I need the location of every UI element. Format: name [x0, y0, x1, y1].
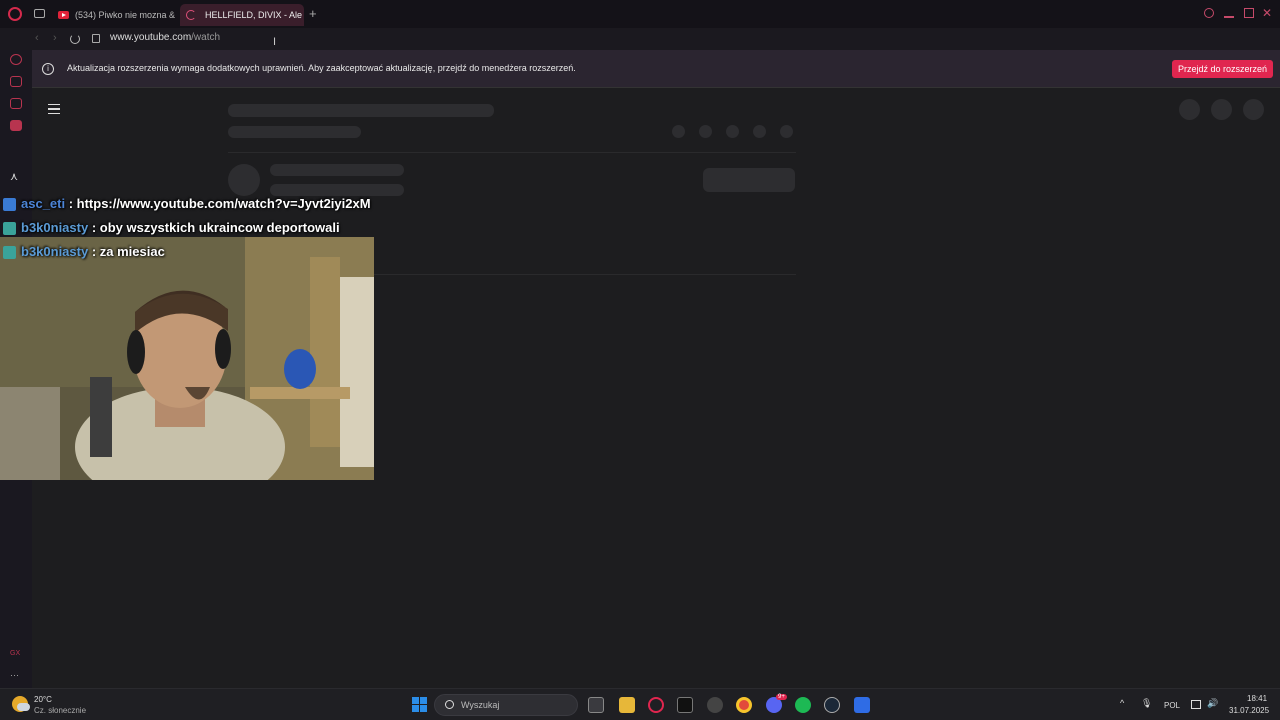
youtube-favicon-icon — [58, 11, 69, 19]
url-domain: www.youtube.com — [110, 32, 192, 43]
task-view-icon[interactable] — [588, 697, 604, 713]
chrome-icon[interactable] — [736, 697, 752, 713]
chat-text: za miesiac — [99, 244, 165, 259]
stop-reload-button[interactable] — [70, 34, 80, 44]
chat-separator: : — [88, 220, 100, 235]
workspace-icon[interactable] — [10, 76, 22, 87]
info-icon: i — [42, 63, 54, 75]
tab-hellfield[interactable]: HELLFIELD, DIVIX - Ale A — [180, 4, 304, 26]
chat-message: asc_eti : https://www.youtube.com/watch?… — [0, 193, 374, 217]
steam-icon[interactable] — [824, 697, 840, 713]
address-bar: ‹ › www.youtube.com/watch ♡ — [0, 28, 1280, 70]
minimize-button[interactable] — [1224, 16, 1234, 18]
skeleton-title — [228, 104, 494, 117]
skeleton-channel — [270, 164, 404, 176]
webcam-scene — [0, 237, 374, 480]
terminal-icon[interactable] — [677, 697, 693, 713]
skeleton-action — [1211, 99, 1232, 120]
tab-list-icon[interactable] — [34, 9, 45, 18]
chat-message: b3k0niasty : za miesiac — [0, 241, 374, 265]
tab-title: (534) Piwko nie mozna & — [75, 10, 176, 20]
weather-icon[interactable] — [12, 696, 30, 712]
extension-notice-bar: i Aktualizacja rozszerzenia wymaga dodat… — [32, 50, 1280, 88]
skeleton-avatar — [228, 164, 260, 196]
file-explorer-icon[interactable] — [619, 697, 635, 713]
skeleton-subscribe — [703, 168, 795, 192]
app-icon[interactable] — [854, 697, 870, 713]
stream-chat-overlay: asc_eti : https://www.youtube.com/watch?… — [0, 193, 374, 265]
skeleton-dot — [753, 125, 766, 138]
more-icon[interactable]: ··· — [10, 670, 22, 681]
lock-icon[interactable] — [92, 34, 100, 43]
history-icon[interactable] — [10, 54, 22, 65]
user-badge-icon — [3, 198, 16, 211]
gx-icon[interactable]: GX — [10, 650, 22, 661]
skeleton-action — [1179, 99, 1200, 120]
chat-username: asc_eti — [21, 196, 66, 211]
tray-chevron-icon[interactable]: ^ — [1120, 698, 1124, 708]
webcam-overlay — [0, 237, 374, 480]
text-cursor-icon: I — [273, 36, 277, 48]
skeleton-dot — [672, 125, 685, 138]
obs-icon[interactable] — [707, 697, 723, 713]
opera-menu-icon[interactable] — [8, 7, 22, 21]
url-field[interactable]: www.youtube.com/watch — [110, 32, 220, 43]
new-tab-button[interactable]: + — [309, 6, 317, 21]
chat-message: b3k0niasty : oby wszystkich ukraincow de… — [0, 217, 374, 241]
skeleton-dot — [780, 125, 793, 138]
language-indicator[interactable]: POL — [1164, 701, 1180, 710]
maximize-button[interactable] — [1244, 8, 1254, 18]
chat-text: oby wszystkich ukraincow deportowali — [99, 220, 340, 235]
user-badge-icon — [3, 246, 16, 259]
taskbar: 20°C Cz. słonecznie Wyszukaj 9+ ^ 🎙 POL … — [0, 688, 1280, 720]
aria-icon[interactable]: ⋏ — [10, 170, 22, 183]
go-to-extensions-button[interactable]: Przejdź do rozszerzeń — [1172, 60, 1274, 78]
loading-spinner-icon — [186, 10, 196, 20]
weather-temp[interactable]: 20°C — [34, 695, 52, 704]
spotify-icon[interactable] — [795, 697, 811, 713]
back-button[interactable]: ‹ — [35, 32, 39, 44]
microphone-icon[interactable]: 🎙 — [1141, 698, 1152, 709]
chat-text: https://www.youtube.com/watch?v=Jyvt2iyi… — [76, 196, 371, 211]
start-button[interactable] — [412, 697, 427, 712]
discord-badge: 9+ — [776, 694, 787, 700]
chat-username: b3k0niasty — [21, 220, 89, 235]
skeleton-avatar-top — [1243, 99, 1264, 120]
screen: (534) Piwko nie mozna & HELLFIELD, DIVIX… — [0, 0, 1280, 720]
tab-bar: (534) Piwko nie mozna & HELLFIELD, DIVIX… — [0, 0, 1280, 28]
clock-time[interactable]: 18:41 — [1247, 694, 1267, 703]
tab-piwko[interactable]: (534) Piwko nie mozna & — [52, 4, 176, 26]
skeleton-subtitle — [228, 126, 361, 138]
search-icon — [445, 700, 454, 709]
tab-search-icon[interactable] — [1204, 8, 1214, 18]
skeleton-dot — [726, 125, 739, 138]
chat-separator: : — [65, 196, 77, 211]
close-window-button[interactable]: ✕ — [1262, 6, 1272, 20]
user-badge-icon — [3, 222, 16, 235]
chat-separator: : — [88, 244, 100, 259]
skeleton-dot — [699, 125, 712, 138]
opera-taskbar-icon[interactable] — [648, 697, 664, 713]
taskbar-search[interactable]: Wyszukaj — [434, 694, 578, 716]
search-placeholder: Wyszukaj — [461, 700, 500, 710]
notice-text: Aktualizacja rozszerzenia wymaga dodatko… — [67, 63, 576, 73]
chat-username: b3k0niasty — [21, 244, 89, 259]
volume-icon[interactable]: 🔊 — [1207, 698, 1218, 709]
clock-date[interactable]: 31.07.2025 — [1229, 706, 1269, 715]
menu-icon[interactable] — [48, 104, 60, 114]
messenger-icon[interactable] — [10, 120, 22, 131]
player-sidebar-icon[interactable] — [10, 98, 22, 109]
url-path: /watch — [191, 32, 221, 43]
network-icon[interactable] — [1191, 700, 1201, 709]
divider — [228, 152, 796, 153]
weather-condition[interactable]: Cz. słonecznie — [34, 706, 86, 715]
tab-title: HELLFIELD, DIVIX - Ale A — [205, 10, 304, 20]
forward-button[interactable]: › — [53, 32, 57, 44]
